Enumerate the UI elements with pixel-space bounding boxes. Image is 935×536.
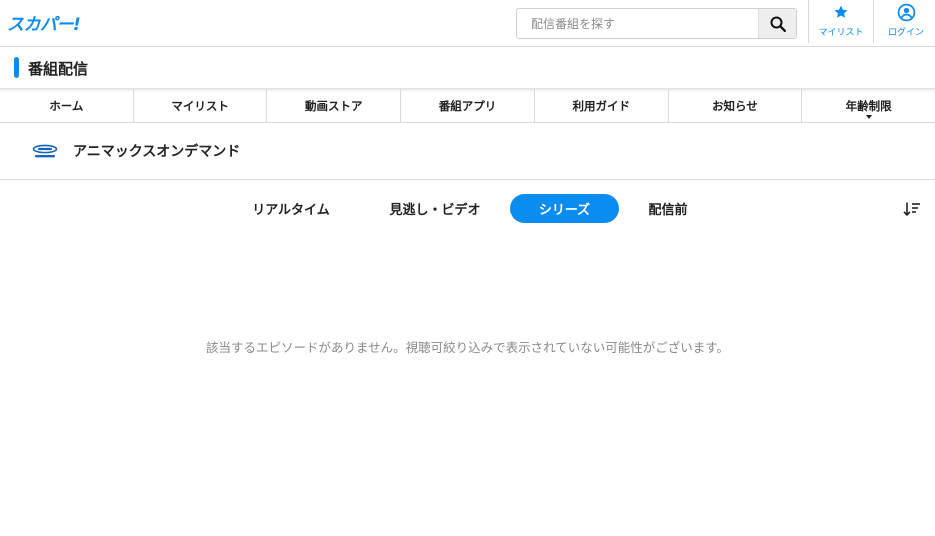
page-title: 番組配信 (28, 60, 89, 78)
site-logo[interactable]: スカパー! (7, 10, 81, 35)
empty-state-message: 該当するエピソードがありません。視聴可絞り込みで表示されていない可能性がございま… (205, 340, 729, 355)
channel-logo-icon (32, 144, 58, 158)
star-icon (834, 5, 848, 18)
nav-item-mylist[interactable]: マイリスト (134, 89, 268, 122)
nav-item-age-limit-label: 年齢制限 (845, 98, 892, 113)
login-button[interactable]: ログイン (875, 0, 935, 46)
tab-series[interactable]: シリーズ (510, 194, 619, 223)
channel-header: アニマックスオンデマンド (0, 123, 935, 180)
chevron-down-icon (865, 115, 872, 119)
nav-item-video-store[interactable]: 動画ストア (267, 89, 402, 122)
page-title-bar: 番組配信 (0, 47, 935, 89)
sort-button[interactable] (901, 199, 923, 219)
episode-tabs: リアルタイム 見逃し・ビデオ シリーズ 配信前 (0, 194, 935, 224)
title-accent-bar (14, 57, 19, 78)
tab-catchup-video[interactable]: 見逃し・ビデオ (376, 194, 494, 223)
mylist-button[interactable]: マイリスト (810, 0, 872, 46)
site-header: スカパー! マイリスト ログイン (0, 0, 935, 47)
sort-icon (903, 202, 920, 217)
mylist-label: マイリスト (818, 28, 864, 38)
header-divider (808, 0, 809, 43)
search-input[interactable] (517, 9, 759, 38)
nav-item-guide[interactable]: 利用ガイド (535, 89, 669, 122)
nav-item-news[interactable]: お知らせ (669, 89, 803, 122)
nav-item-home[interactable]: ホーム (0, 89, 134, 122)
login-label: ログイン (887, 28, 924, 38)
nav-item-program-app[interactable]: 番組アプリ (401, 89, 535, 122)
tab-upcoming[interactable]: 配信前 (634, 194, 702, 223)
search-button[interactable] (758, 9, 796, 38)
header-divider (873, 0, 874, 43)
user-circle-icon (897, 3, 915, 21)
search-icon (770, 16, 786, 32)
nav-item-age-limit[interactable]: 年齢制限 (802, 89, 935, 122)
global-nav: ホーム マイリスト 動画ストア 番組アプリ 利用ガイド お知らせ 年齢制限 (0, 89, 935, 123)
search-box (516, 8, 797, 39)
tab-realtime[interactable]: リアルタイム (236, 194, 346, 223)
channel-name: アニマックスオンデマンド (73, 144, 241, 160)
